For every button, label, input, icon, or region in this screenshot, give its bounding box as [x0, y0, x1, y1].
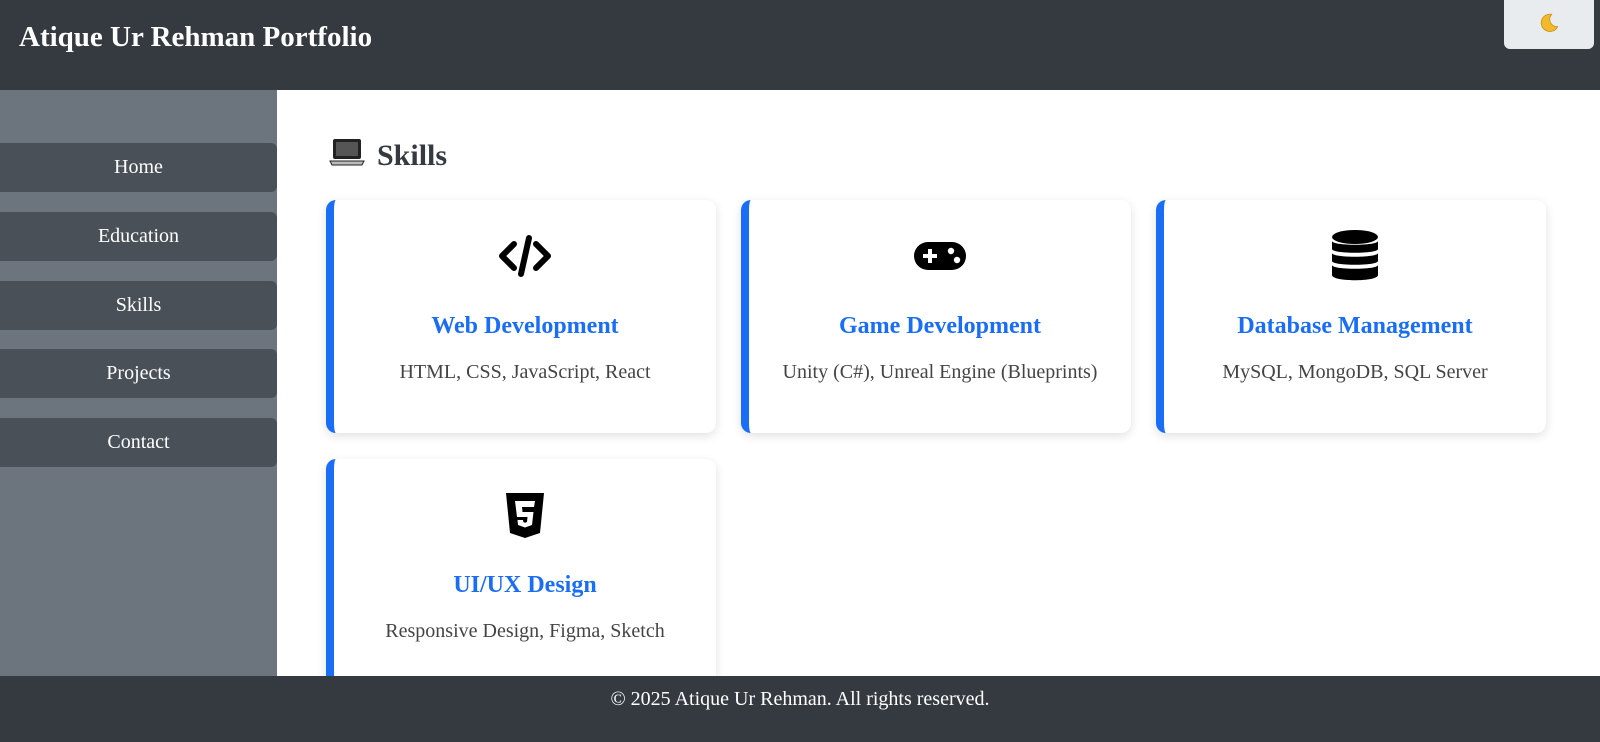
card-description: HTML, CSS, JavaScript, React	[399, 361, 651, 383]
theme-toggle-button[interactable]	[1504, 0, 1594, 49]
laptop-icon	[329, 136, 365, 176]
card-description: Unity (C#), Unreal Engine (Blueprints)	[782, 361, 1098, 383]
sidebar-item-home[interactable]: Home	[0, 143, 277, 192]
site-header: Atique Ur Rehman Portfolio	[0, 0, 1600, 90]
sidebar-item-skills[interactable]: Skills	[0, 281, 277, 330]
sidebar-item-contact[interactable]: Contact	[0, 418, 277, 467]
skill-card-game-development: Game Development Unity (C#), Unreal Engi…	[741, 200, 1131, 433]
card-title: Database Management	[1237, 313, 1473, 339]
code-icon	[334, 228, 716, 284]
skill-card-web-development: Web Development HTML, CSS, JavaScript, R…	[326, 200, 716, 433]
moon-icon	[1538, 12, 1560, 37]
sidebar-item-education[interactable]: Education	[0, 212, 277, 261]
sidebar: Home Education Skills Projects Contact	[0, 90, 277, 676]
skill-card-ui-ux-design: UI/UX Design Responsive Design, Figma, S…	[326, 459, 716, 676]
sidebar-item-projects[interactable]: Projects	[0, 349, 277, 398]
css3-icon	[334, 487, 716, 543]
site-title: Atique Ur Rehman Portfolio	[19, 21, 373, 53]
skill-card-database-management: Database Management MySQL, MongoDB, SQL …	[1156, 200, 1546, 433]
site-footer: © 2025 Atique Ur Rehman. All rights rese…	[0, 676, 1600, 742]
card-title: UI/UX Design	[453, 572, 597, 598]
card-description: Responsive Design, Figma, Sketch	[385, 620, 665, 642]
card-description: MySQL, MongoDB, SQL Server	[1222, 361, 1488, 383]
section-heading: Skills	[329, 138, 447, 174]
card-title: Game Development	[839, 313, 1041, 339]
page-title: Skills	[377, 139, 448, 172]
card-title: Web Development	[431, 313, 619, 339]
gamepad-icon	[749, 228, 1131, 284]
database-icon	[1164, 228, 1546, 284]
copyright-text: © 2025 Atique Ur Rehman. All rights rese…	[610, 688, 990, 710]
main-content: Skills Web Development HTML, CSS, JavaSc…	[277, 90, 1600, 676]
